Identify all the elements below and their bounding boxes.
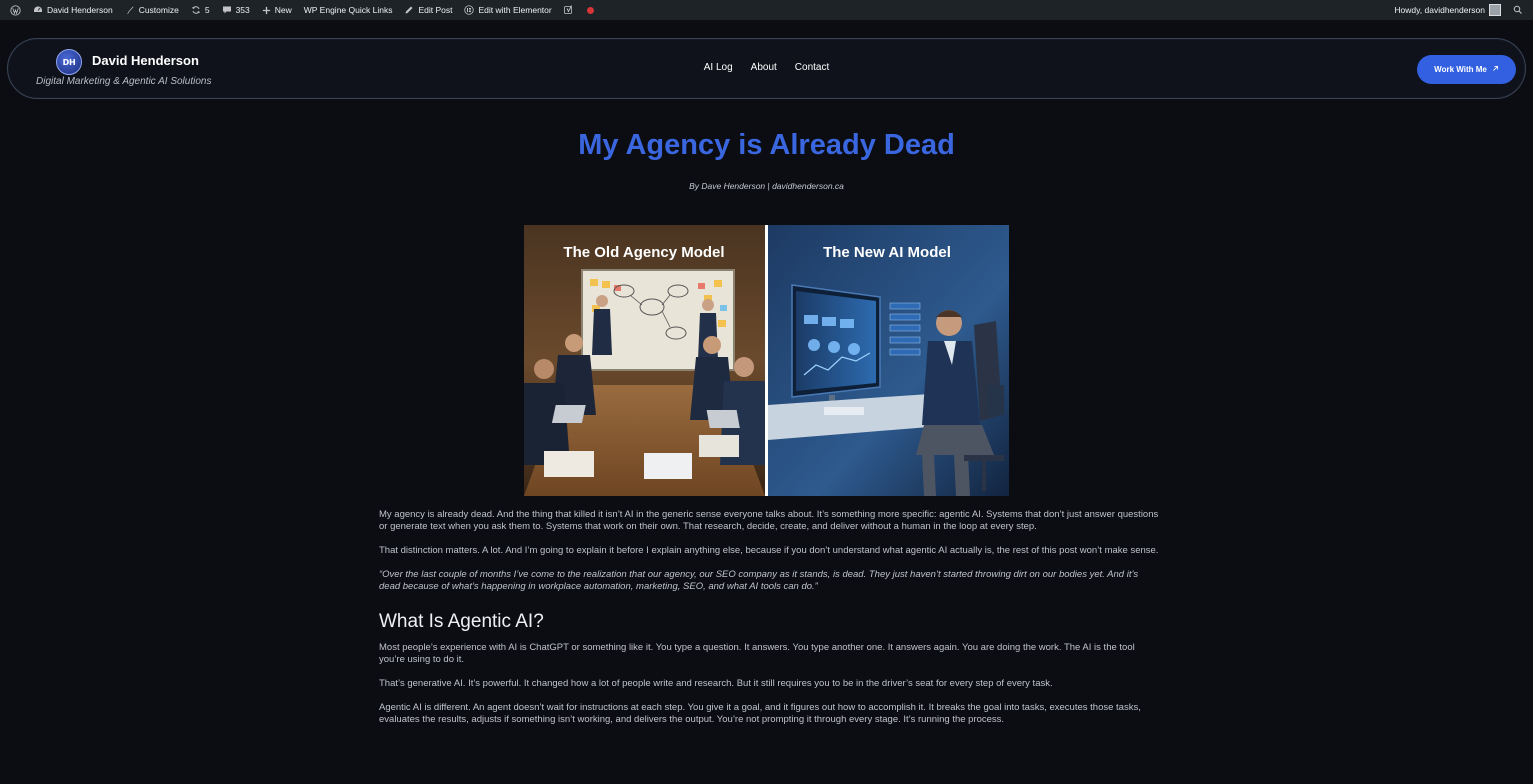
- site-logo-initials: DH: [62, 57, 76, 67]
- post-quote: “Over the last couple of months I’ve com…: [379, 569, 1139, 592]
- section-paragraph: That’s generative AI. It’s powerful. It …: [379, 678, 1053, 689]
- pencil-icon: [404, 5, 414, 15]
- work-with-me-button[interactable]: Work With Me: [1417, 55, 1516, 84]
- admin-new-label: New: [274, 5, 292, 15]
- section-heading: What Is Agentic AI?: [379, 611, 544, 632]
- section-paragraph: Most people’s experience with AI is Chat…: [379, 642, 1135, 665]
- admin-greeting: Howdy, davidhenderson: [1394, 5, 1485, 15]
- dashboard-icon: [33, 5, 43, 15]
- admin-edit-elementor-label: Edit with Elementor: [478, 5, 552, 15]
- admin-updates[interactable]: 5: [185, 0, 216, 20]
- admin-site-name[interactable]: David Henderson: [27, 0, 119, 20]
- site-tagline: Digital Marketing & Agentic AI Solutions: [36, 76, 212, 87]
- admin-edit-post[interactable]: Edit Post: [398, 0, 458, 20]
- brush-icon: [125, 5, 135, 15]
- nav-item-ai-log[interactable]: AI Log: [704, 62, 733, 73]
- avatar: [1489, 4, 1501, 16]
- wordpress-logo-icon[interactable]: [4, 0, 27, 20]
- post-title: My Agency is Already Dead: [578, 129, 955, 161]
- admin-account[interactable]: Howdy, davidhenderson: [1388, 0, 1507, 20]
- post-byline: By Dave Henderson | davidhenderson.ca: [689, 181, 844, 191]
- seo-status-dot-icon: [581, 0, 600, 20]
- admin-search-icon[interactable]: [1507, 0, 1529, 20]
- nav-item-about[interactable]: About: [751, 62, 777, 73]
- section-paragraph: Agentic AI is different. An agent doesn’…: [379, 702, 1141, 725]
- comment-icon: [222, 5, 232, 15]
- admin-bar: David Henderson Customize 5 353 New WP E…: [0, 0, 1533, 20]
- admin-comments-count: 353: [235, 5, 250, 15]
- admin-customize-label: Customize: [138, 5, 179, 15]
- nav-item-contact[interactable]: Contact: [795, 62, 829, 73]
- site-logo[interactable]: DH: [56, 49, 82, 75]
- admin-edit-post-label: Edit Post: [418, 5, 453, 15]
- site-title[interactable]: David Henderson: [92, 53, 199, 68]
- post-paragraph: My agency is already dead. And the thing…: [379, 509, 1159, 532]
- arrow-up-right-icon: [1492, 65, 1499, 74]
- main-nav: AI Log About Contact: [8, 62, 1525, 73]
- admin-customize[interactable]: Customize: [119, 0, 185, 20]
- admin-site-name-label: David Henderson: [47, 5, 113, 15]
- post-content: My agency is already dead. And the thing…: [379, 509, 1159, 738]
- admin-new[interactable]: New: [256, 0, 298, 20]
- admin-quick-links-label: WP Engine Quick Links: [303, 5, 393, 15]
- plus-icon: [262, 6, 271, 15]
- site-header: DH David Henderson Digital Marketing & A…: [7, 38, 1526, 99]
- post-paragraph: That distinction matters. A lot. And I’m…: [379, 545, 1159, 556]
- work-with-me-label: Work With Me: [1434, 65, 1487, 74]
- yoast-icon[interactable]: [558, 0, 581, 20]
- admin-edit-elementor[interactable]: Edit with Elementor: [458, 0, 557, 20]
- admin-comments[interactable]: 353: [216, 0, 256, 20]
- hero-right-caption: The New AI Model: [823, 244, 951, 261]
- refresh-icon: [191, 5, 201, 15]
- elementor-icon: [464, 5, 475, 15]
- admin-updates-count: 5: [204, 5, 210, 15]
- admin-quick-links[interactable]: WP Engine Quick Links: [298, 0, 399, 20]
- hero-image: The Old Agency Model The New AI Model: [524, 225, 1009, 496]
- hero-left-caption: The Old Agency Model: [563, 244, 724, 261]
